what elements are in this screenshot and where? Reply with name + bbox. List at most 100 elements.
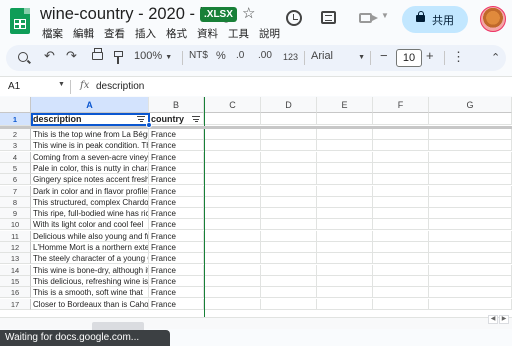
cell[interactable]: France <box>149 287 204 298</box>
sheets-logo-icon[interactable] <box>10 8 30 34</box>
cell[interactable] <box>373 113 429 125</box>
more-options-icon[interactable]: ⋮ <box>452 49 465 65</box>
cell[interactable]: This structured, complex Chardonnay <box>31 197 149 208</box>
cell[interactable] <box>261 208 317 219</box>
cell[interactable]: France <box>149 276 204 287</box>
menu-view[interactable]: 查看 <box>104 28 125 40</box>
cell[interactable] <box>373 163 429 174</box>
cell[interactable] <box>261 253 317 264</box>
font-select[interactable]: Arial ▼ <box>311 50 365 62</box>
share-button[interactable]: 共用 <box>402 6 468 33</box>
row-number[interactable]: 8 <box>0 197 31 208</box>
cell[interactable] <box>261 219 317 230</box>
column-header-a[interactable]: A <box>31 97 149 113</box>
cell[interactable] <box>317 287 373 298</box>
cell[interactable] <box>317 140 373 151</box>
column-header-g[interactable]: G <box>429 97 512 113</box>
cell[interactable] <box>261 163 317 174</box>
column-header-e[interactable]: E <box>317 97 373 113</box>
cell[interactable] <box>429 231 512 242</box>
cell[interactable] <box>373 186 429 197</box>
increase-decimal-button[interactable]: .00 <box>258 50 272 61</box>
menu-insert[interactable]: 插入 <box>135 28 156 40</box>
cell[interactable] <box>205 129 261 140</box>
cell[interactable] <box>261 276 317 287</box>
cell[interactable] <box>429 174 512 185</box>
cell[interactable] <box>317 129 373 140</box>
cell[interactable] <box>429 197 512 208</box>
cell[interactable]: Gingery spice notes accent fresh pear <box>31 174 149 185</box>
cell[interactable]: France <box>149 242 204 253</box>
fill-handle[interactable] <box>146 122 152 128</box>
cell[interactable] <box>205 276 261 287</box>
cell[interactable] <box>261 242 317 253</box>
decrease-decimal-button[interactable]: .0 <box>236 50 244 61</box>
cell[interactable] <box>261 174 317 185</box>
column-header-f[interactable]: F <box>373 97 429 113</box>
cell[interactable] <box>205 113 261 125</box>
version-history-icon[interactable] <box>286 10 302 26</box>
cell[interactable]: France <box>149 163 204 174</box>
row-number[interactable]: 15 <box>0 276 31 287</box>
scroll-left-icon[interactable]: ◀ <box>488 315 498 324</box>
cell[interactable] <box>261 231 317 242</box>
cell[interactable] <box>373 299 429 310</box>
cell[interactable] <box>373 276 429 287</box>
cell[interactable] <box>429 219 512 230</box>
cell[interactable] <box>317 219 373 230</box>
cell[interactable] <box>205 231 261 242</box>
row-number[interactable]: 14 <box>0 265 31 276</box>
cell[interactable] <box>429 253 512 264</box>
cell[interactable] <box>261 197 317 208</box>
cell[interactable] <box>205 253 261 264</box>
column-header-c[interactable]: C <box>205 97 261 113</box>
horizontal-scrollbar[interactable] <box>0 317 512 329</box>
account-avatar[interactable] <box>480 6 506 32</box>
menu-tools[interactable]: 工具 <box>228 28 249 40</box>
cell[interactable]: This is the top wine from La Bégude <box>31 129 149 140</box>
cell[interactable]: France <box>149 186 204 197</box>
cell[interactable] <box>373 242 429 253</box>
cell[interactable]: France <box>149 219 204 230</box>
cell[interactable] <box>429 140 512 151</box>
cell[interactable] <box>205 208 261 219</box>
zoom-select[interactable]: 100% ▼ <box>134 50 172 62</box>
row-number[interactable]: 17 <box>0 299 31 310</box>
meet-dropdown-icon[interactable]: ▼ <box>381 11 389 20</box>
name-box[interactable]: A1 <box>8 81 20 92</box>
menu-file[interactable]: 檔案 <box>42 28 63 40</box>
cell[interactable]: Dark in color and in flavor profile <box>31 186 149 197</box>
cell[interactable]: L'Homme Mort is a northern extension <box>31 242 149 253</box>
row-number[interactable]: 4 <box>0 152 31 163</box>
cell[interactable] <box>373 174 429 185</box>
cell[interactable] <box>261 265 317 276</box>
cell[interactable] <box>429 276 512 287</box>
cell[interactable]: France <box>149 299 204 310</box>
cell[interactable] <box>317 186 373 197</box>
cell[interactable] <box>317 174 373 185</box>
cell[interactable] <box>429 299 512 310</box>
cell[interactable] <box>261 287 317 298</box>
cell[interactable] <box>429 113 512 125</box>
cell[interactable] <box>373 129 429 140</box>
percent-format-button[interactable]: % <box>216 50 226 62</box>
frozen-column-divider[interactable] <box>204 97 205 317</box>
cell[interactable] <box>429 287 512 298</box>
cell[interactable] <box>317 231 373 242</box>
cell[interactable] <box>317 163 373 174</box>
select-all-corner[interactable] <box>0 97 31 113</box>
row-number[interactable]: 10 <box>0 219 31 230</box>
row-number[interactable]: 2 <box>0 129 31 140</box>
cell[interactable] <box>261 186 317 197</box>
collapse-toolbar-icon[interactable]: ⌃ <box>491 51 500 64</box>
menu-help[interactable]: 說明 <box>259 28 280 40</box>
cell[interactable] <box>317 265 373 276</box>
sheet-grid[interactable]: A B C D E F G 1 description country 2 This i… <box>0 97 512 317</box>
cell[interactable]: This is a smooth, soft wine that <box>31 287 149 298</box>
cell[interactable]: Pale in color, this is nutty in characte… <box>31 163 149 174</box>
redo-icon[interactable]: ↷ <box>66 48 77 64</box>
menu-edit[interactable]: 編輯 <box>73 28 94 40</box>
number-format-button[interactable]: 123 <box>283 52 298 62</box>
cell[interactable]: France <box>149 174 204 185</box>
cell[interactable] <box>317 299 373 310</box>
